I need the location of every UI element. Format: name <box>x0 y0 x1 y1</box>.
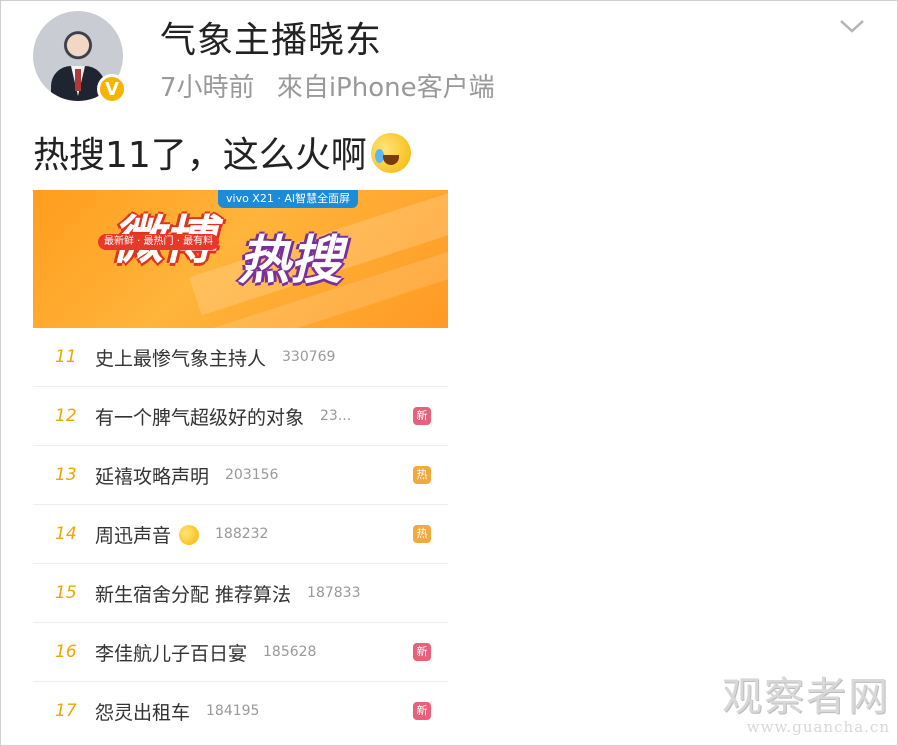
watermark-title: 观察者网 <box>722 674 890 720</box>
hot-search-row[interactable]: 17 怨灵出租车 184195 新 <box>33 682 448 740</box>
hot-search-card[interactable]: vivo X21 · AI智慧全面屏 微博 最新鲜 · 最热门 · 最有料 热搜… <box>33 190 448 735</box>
new-tag-icon: 新 <box>413 407 431 425</box>
rank-number: 16 <box>55 642 77 662</box>
hot-search-count: 185628 <box>263 644 317 660</box>
hot-tag-icon: 热 <box>413 525 431 543</box>
banner-subtag: 最新鲜 · 最热门 · 最有料 <box>98 234 220 250</box>
hot-search-row[interactable]: 16 李佳航儿子百日宴 185628 新 <box>33 623 448 682</box>
hot-search-row[interactable]: 13 延禧攻略声明 203156 热 <box>33 446 448 505</box>
rank-number: 11 <box>55 347 77 367</box>
hot-search-row[interactable]: 11 史上最惨气象主持人 330769 <box>33 328 448 387</box>
post-meta: 7小時前 來自iPhone客户端 <box>160 67 495 104</box>
hot-search-title-text: 周迅声音 <box>95 524 172 547</box>
banner-sponsor-tag: vivo X21 · AI智慧全面屏 <box>218 190 359 208</box>
hot-search-row[interactable]: 15 新生宿舍分配 推荐算法 187833 <box>33 564 448 623</box>
hot-search-title: 怨灵出租车 <box>95 701 191 724</box>
rank-number: 15 <box>55 583 77 603</box>
post-source: 來自iPhone客户端 <box>276 73 495 103</box>
new-tag-icon: 新 <box>413 702 431 720</box>
hot-search-count: 187833 <box>307 585 361 601</box>
hot-search-title: 延禧攻略声明 <box>95 465 210 488</box>
post-text: 热搜11了，这么火啊 <box>33 126 411 178</box>
hot-search-row[interactable]: 12 有一个脾气超级好的对象 23... 新 <box>33 387 448 446</box>
post-text-content: 热搜11了，这么火啊 <box>33 135 367 176</box>
banner-title-resou: 热搜 <box>238 231 343 291</box>
hot-search-title: 史上最惨气象主持人 <box>95 347 267 370</box>
hot-search-banner[interactable]: vivo X21 · AI智慧全面屏 微博 最新鲜 · 最热门 · 最有料 热搜 <box>33 190 448 328</box>
hot-search-row[interactable]: 14 周迅声音 188232 热 <box>33 505 448 564</box>
avatar-tie <box>75 69 81 91</box>
hot-search-title: 李佳航儿子百日宴 <box>95 642 248 665</box>
hot-search-count: 330769 <box>282 349 336 365</box>
chevron-down-icon[interactable] <box>838 14 866 38</box>
new-tag-icon: 新 <box>413 643 431 661</box>
rank-number: 13 <box>55 465 77 485</box>
hot-search-count: 188232 <box>215 526 269 542</box>
hot-search-title: 新生宿舍分配 推荐算法 <box>95 583 292 606</box>
hot-search-list: 11 史上最惨气象主持人 330769 12 有一个脾气超级好的对象 23...… <box>33 328 448 740</box>
hot-search-count: 203156 <box>225 467 279 483</box>
hot-search-count: 184195 <box>206 703 260 719</box>
hot-search-title: 周迅声音 <box>95 521 200 548</box>
laugh-cry-emoji-icon <box>179 524 200 545</box>
rank-number: 12 <box>55 406 77 426</box>
watermark: 观察者网 www.guancha.cn <box>700 664 890 736</box>
verified-badge-icon: V <box>97 74 127 104</box>
post-time: 7小時前 <box>160 73 255 103</box>
rank-number: 14 <box>55 524 77 544</box>
username[interactable]: 气象主播晓东 <box>160 11 382 63</box>
laugh-cry-emoji-icon <box>370 133 411 173</box>
rank-number: 17 <box>55 701 77 721</box>
hot-search-count: 23... <box>320 408 352 424</box>
hot-tag-icon: 热 <box>413 466 431 484</box>
hot-search-title: 有一个脾气超级好的对象 <box>95 406 305 429</box>
